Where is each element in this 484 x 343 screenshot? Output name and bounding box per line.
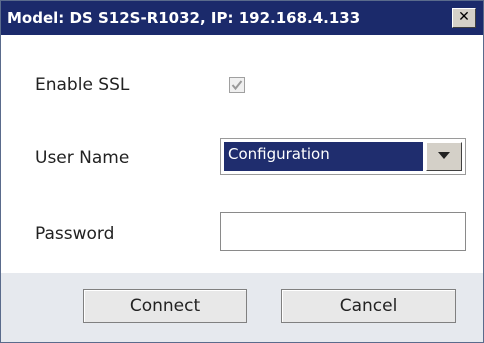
password-field[interactable] (220, 212, 466, 251)
dialog-title: Model: DS S12S-R1032, IP: 192.168.4.133 (7, 9, 361, 27)
user-name-selected-value: Configuration (224, 142, 423, 171)
dialog-titlebar[interactable]: Model: DS S12S-R1032, IP: 192.168.4.133 … (1, 1, 483, 35)
close-button[interactable]: ✕ (452, 8, 476, 28)
login-dialog: Model: DS S12S-R1032, IP: 192.168.4.133 … (0, 0, 484, 343)
close-icon: ✕ (458, 9, 470, 25)
connect-button[interactable]: Connect (83, 289, 247, 323)
enable-ssl-label: Enable SSL (35, 75, 130, 95)
chevron-down-icon (438, 152, 450, 159)
user-name-label: User Name (35, 148, 130, 168)
password-label: Password (35, 224, 115, 244)
user-name-select[interactable]: Configuration (220, 138, 466, 175)
enable-ssl-checkbox[interactable] (229, 77, 245, 93)
cancel-button[interactable]: Cancel (281, 289, 456, 323)
checkmark-icon (231, 80, 243, 91)
dropdown-button[interactable] (426, 142, 462, 171)
dialog-footer: Connect Cancel (1, 273, 483, 342)
